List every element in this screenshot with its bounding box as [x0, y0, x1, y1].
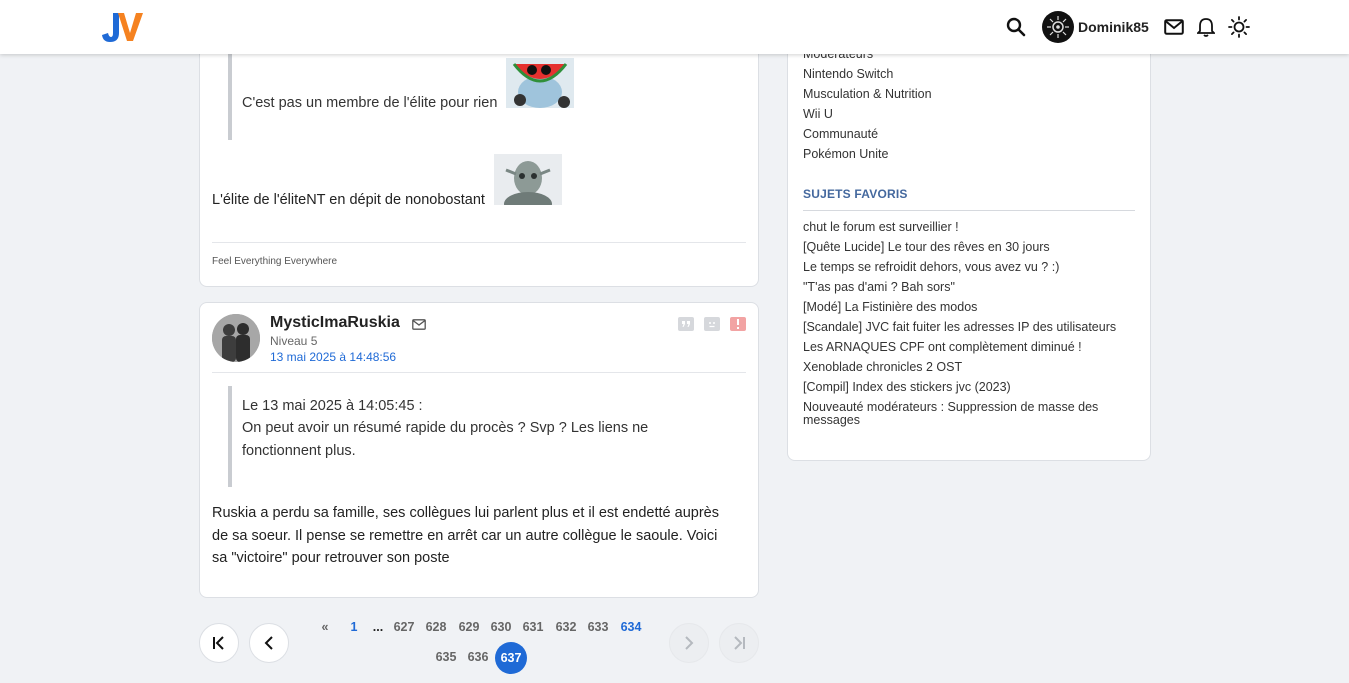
post-header-divider: [212, 372, 746, 373]
forum-post-previous: C'est pas un membre de l'élite pour rien…: [199, 20, 759, 287]
sidebar-forum-link[interactable]: Pokémon Unite: [803, 146, 932, 166]
quote-header: Le 13 mai 2025 à 14:05:45 :: [242, 398, 423, 414]
post-quote: Le 13 mai 2025 à 14:05:45 : On peut avoi…: [228, 386, 698, 487]
search-icon[interactable]: [1003, 14, 1029, 40]
sidebar-topic-link[interactable]: chut le forum est surveillier !: [803, 221, 1123, 234]
quote-line: On peut avoir un résumé rapide du procès…: [242, 420, 649, 436]
sidebar-forum-link[interactable]: Musculation & Nutrition: [803, 86, 932, 106]
post-body: L'élite de l'éliteNT en dépit de nonobos…: [212, 192, 485, 208]
sidebar-topic-link[interactable]: Les ARNAQUES CPF ont complètement diminu…: [803, 341, 1123, 354]
post-signature: Feel Everything Everywhere: [212, 256, 338, 267]
favorite-forums-list: Modérateurs Nintendo Switch Musculation & …: [803, 46, 932, 166]
page-ellipsis: ...: [372, 620, 384, 634]
block-user-icon[interactable]: [704, 317, 720, 331]
page-link[interactable]: 632: [554, 620, 578, 634]
page-link[interactable]: 627: [392, 620, 416, 634]
quote-icon[interactable]: [678, 317, 694, 331]
page-link[interactable]: 1: [347, 620, 361, 634]
page-link[interactable]: 631: [521, 620, 545, 634]
forum-post: MysticImaRuskia Niveau 5 13 mai 2025 à 1…: [199, 302, 759, 598]
user-avatar: [1042, 11, 1074, 43]
send-message-icon[interactable]: [412, 317, 426, 335]
bell-icon[interactable]: [1193, 14, 1219, 40]
first-page-button[interactable]: [199, 623, 239, 663]
sidebar-topic-link[interactable]: [Compil] Index des stickers jvc (2023): [803, 381, 1123, 394]
sidebar-forum-link[interactable]: Wii U: [803, 106, 932, 126]
sidebar-topic-link[interactable]: [Quête Lucide] Le tour des rêves en 30 j…: [803, 241, 1123, 254]
page-link[interactable]: 633: [586, 620, 610, 634]
report-icon[interactable]: [730, 317, 746, 331]
post-date[interactable]: 13 mai 2025 à 14:48:56: [270, 350, 396, 364]
sidebar: Modérateurs Nintendo Switch Musculation & …: [787, 20, 1151, 461]
sidebar-divider: [803, 210, 1135, 211]
page-link[interactable]: 636: [466, 650, 490, 664]
quote-text: C'est pas un membre de l'élite pour rien: [242, 95, 498, 111]
favorite-topics-list: chut le forum est surveillier ! [Quête Lu…: [803, 221, 1123, 434]
next-page-button[interactable]: [669, 623, 709, 663]
post-body-line: sa "victoire" pour retrouver son poste: [212, 550, 450, 566]
page-link[interactable]: 634: [619, 620, 643, 634]
sidebar-topic-link[interactable]: [Modé] La Fistinière des modos: [803, 301, 1123, 314]
page-prev-marker[interactable]: «: [318, 620, 332, 634]
prev-page-button[interactable]: [249, 623, 289, 663]
jv-logo[interactable]: [101, 11, 145, 43]
mail-icon[interactable]: [1161, 14, 1187, 40]
sticker-gollum: [494, 154, 562, 205]
sidebar-topic-link[interactable]: "T'as pas d'ami ? Bah sors": [803, 281, 1123, 294]
page-link[interactable]: 635: [434, 650, 458, 664]
author-level: Niveau 5: [270, 334, 318, 348]
username[interactable]: Dominik85: [1078, 19, 1149, 35]
signature-divider: [212, 242, 746, 243]
sidebar-topic-link[interactable]: Nouveauté modérateurs : Suppression de m…: [803, 401, 1123, 427]
sidebar-forum-link[interactable]: Communauté: [803, 126, 932, 146]
post-body-line: de sa soeur. Il pense se remettre en arr…: [212, 528, 718, 544]
sticker-watermelon-baby: [506, 58, 574, 108]
post-body-line: Ruskia a perdu sa famille, ses collègues…: [212, 505, 719, 521]
author-avatar[interactable]: [212, 314, 260, 362]
theme-toggle-sun-icon[interactable]: [1226, 14, 1252, 40]
user-menu[interactable]: Dominik85: [1042, 11, 1149, 43]
current-page: 637: [495, 642, 527, 674]
sidebar-topic-link[interactable]: Xenoblade chronicles 2 OST: [803, 361, 1123, 374]
page-link[interactable]: 629: [457, 620, 481, 634]
sidebar-forum-link[interactable]: Nintendo Switch: [803, 66, 932, 86]
top-bar: Dominik85: [0, 0, 1349, 54]
page-link[interactable]: 628: [424, 620, 448, 634]
sidebar-topic-link[interactable]: [Scandale] JVC fait fuiter les adresses …: [803, 321, 1123, 334]
favorites-title: SUJETS FAVORIS: [803, 187, 908, 201]
sidebar-topic-link[interactable]: Le temps se refroidit dehors, vous avez …: [803, 261, 1123, 274]
last-page-button[interactable]: [719, 623, 759, 663]
quote-line: fonctionnent plus.: [242, 443, 356, 459]
author-name[interactable]: MysticImaRuskia: [270, 314, 400, 332]
page-link[interactable]: 630: [489, 620, 513, 634]
